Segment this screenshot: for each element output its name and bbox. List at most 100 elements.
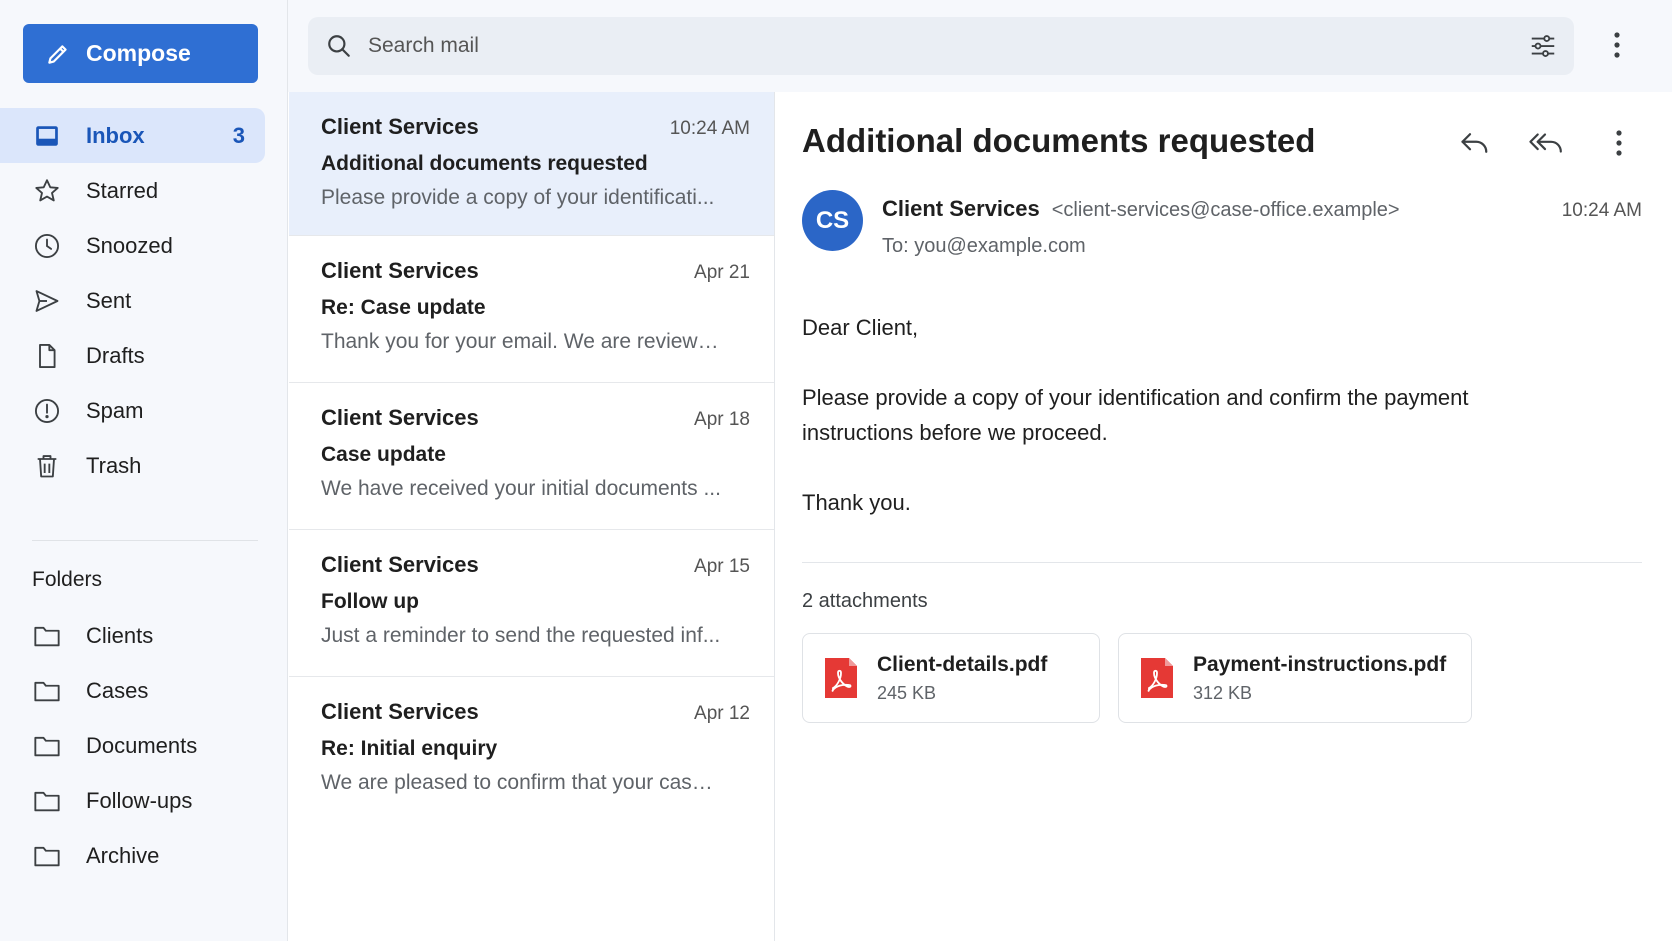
email-more-icon[interactable] bbox=[1602, 126, 1636, 160]
folder-icon bbox=[32, 676, 62, 706]
attachments-divider bbox=[802, 562, 1642, 563]
sidebar-item-snoozed[interactable]: Snoozed bbox=[0, 218, 265, 273]
unread-count-badge: 3 bbox=[232, 122, 245, 148]
message-snippet: Please provide a copy of your identifica… bbox=[321, 186, 715, 209]
folder-item-label: Clients bbox=[86, 622, 154, 648]
folder-item-documents[interactable]: Documents bbox=[0, 718, 265, 773]
sidebar-item-label: Snoozed bbox=[86, 232, 173, 258]
search-bar bbox=[308, 17, 1574, 75]
sidebar-item-label: Drafts bbox=[86, 342, 145, 368]
attachments-heading: 2 attachments bbox=[802, 590, 928, 612]
folder-item-cases[interactable]: Cases bbox=[0, 663, 265, 718]
folder-item-label: Archive bbox=[86, 842, 160, 868]
attachment-name: Client-details.pdf bbox=[877, 652, 1048, 676]
spam-icon bbox=[32, 396, 62, 426]
email-time: 10:24 AM bbox=[1561, 200, 1642, 221]
email-paragraph: Please provide a copy of your identifica… bbox=[802, 385, 1469, 445]
attachment-name: Payment-instructions.pdf bbox=[1193, 652, 1447, 676]
inbox-icon bbox=[32, 121, 62, 151]
email-signoff: Thank you. bbox=[802, 490, 911, 515]
sidebar-item-drafts[interactable]: Drafts bbox=[0, 328, 265, 383]
attachment-card[interactable]: Client-details.pdf 245 KB bbox=[802, 633, 1100, 723]
sidebar-item-label: Trash bbox=[86, 452, 142, 478]
message-row[interactable]: Client Services Apr 15 Follow up Just a … bbox=[289, 530, 774, 677]
nav-list: Inbox 3 Starred Snoozed Sent Drafts Spam… bbox=[0, 108, 265, 493]
compose-label: Compose bbox=[86, 40, 191, 66]
message-row[interactable]: Client Services Apr 21 Re: Case update T… bbox=[289, 236, 774, 383]
folder-item-label: Follow-ups bbox=[86, 787, 193, 813]
reply-all-icon[interactable] bbox=[1528, 126, 1562, 160]
message-subject: Re: Case update bbox=[321, 296, 486, 319]
sidebar-item-starred[interactable]: Starred bbox=[0, 163, 265, 218]
compose-button[interactable]: Compose bbox=[23, 24, 258, 83]
draft-icon bbox=[32, 341, 62, 371]
message-sender: Client Services bbox=[321, 405, 479, 430]
message-date: Apr 12 bbox=[694, 703, 750, 724]
message-sender: Client Services bbox=[321, 699, 479, 724]
message-list: Client Services 10:24 AM Additional docu… bbox=[289, 92, 775, 941]
sidebar-item-label: Sent bbox=[86, 287, 132, 313]
trash-icon bbox=[32, 451, 62, 481]
email-subject: Additional documents requested bbox=[802, 122, 1316, 159]
sidebar-item-label: Starred bbox=[86, 177, 159, 203]
folder-icon bbox=[32, 786, 62, 816]
send-icon bbox=[32, 286, 62, 316]
sidebar-item-spam[interactable]: Spam bbox=[0, 383, 265, 438]
search-filter-icon[interactable] bbox=[1528, 31, 1558, 61]
message-snippet: Just a reminder to send the requested in… bbox=[321, 624, 721, 647]
message-row[interactable]: Client Services Apr 12 Re: Initial enqui… bbox=[289, 677, 774, 824]
message-snippet: Thank you for your email. We are reviewi… bbox=[321, 330, 721, 353]
sender-line: Client Services <client-services@case-of… bbox=[882, 196, 1400, 222]
attachment-size: 245 KB bbox=[877, 682, 937, 703]
message-sender: Client Services bbox=[321, 258, 479, 283]
search-icon[interactable] bbox=[326, 33, 352, 59]
message-subject: Follow up bbox=[321, 590, 419, 613]
star-icon bbox=[32, 176, 62, 206]
folder-item-label: Cases bbox=[86, 677, 149, 703]
sidebar: Compose Inbox 3 Starred Snoozed Sent Dra… bbox=[0, 0, 288, 941]
attachment-size: 312 KB bbox=[1193, 682, 1253, 703]
sidebar-item-label: Spam bbox=[86, 397, 144, 423]
attachment-info: Payment-instructions.pdf 312 KB bbox=[1193, 653, 1446, 704]
folder-item-follow-ups[interactable]: Follow-ups bbox=[0, 773, 265, 828]
message-date: Apr 15 bbox=[694, 556, 750, 577]
message-sender: Client Services bbox=[321, 552, 479, 577]
folder-item-clients[interactable]: Clients bbox=[0, 608, 265, 663]
message-subject: Case update bbox=[321, 443, 446, 466]
clock-icon bbox=[32, 231, 62, 261]
sender-name: Client Services bbox=[882, 196, 1040, 221]
folders-heading: Folders bbox=[32, 568, 103, 591]
message-date: Apr 21 bbox=[694, 262, 750, 283]
sidebar-item-inbox[interactable]: Inbox 3 bbox=[0, 108, 265, 163]
reading-pane: Additional documents requested CS Client… bbox=[776, 92, 1672, 941]
attachment-card[interactable]: Payment-instructions.pdf 312 KB bbox=[1118, 633, 1472, 723]
avatar: CS bbox=[802, 190, 863, 251]
top-bar bbox=[288, 0, 1672, 92]
message-subject: Additional documents requested bbox=[321, 152, 648, 175]
message-snippet: We are pleased to confirm that your case… bbox=[321, 771, 721, 794]
message-row[interactable]: Client Services 10:24 AM Additional docu… bbox=[289, 92, 774, 236]
message-date: Apr 18 bbox=[694, 409, 750, 430]
folder-icon bbox=[32, 731, 62, 761]
sender-address: <client-services@case-office.example> bbox=[1051, 199, 1400, 221]
more-options-icon[interactable] bbox=[1602, 30, 1632, 60]
email-greeting: Dear Client, bbox=[802, 315, 919, 340]
sidebar-item-sent[interactable]: Sent bbox=[0, 273, 265, 328]
sidebar-divider bbox=[32, 540, 258, 541]
message-row[interactable]: Client Services Apr 18 Case update We ha… bbox=[289, 383, 774, 530]
folder-item-archive[interactable]: Archive bbox=[0, 828, 265, 883]
reply-icon[interactable] bbox=[1458, 126, 1492, 160]
recipient-line: To: you@example.com bbox=[882, 235, 1086, 257]
folder-list: Clients Cases Documents Follow-ups Archi… bbox=[0, 608, 265, 883]
attachment-info: Client-details.pdf 245 KB bbox=[877, 653, 1047, 704]
folder-icon bbox=[32, 841, 62, 871]
sidebar-item-trash[interactable]: Trash bbox=[0, 438, 265, 493]
folder-item-label: Documents bbox=[86, 732, 198, 758]
email-body: Dear Client, Please provide a copy of yo… bbox=[802, 310, 1562, 555]
message-subject: Re: Initial enquiry bbox=[321, 737, 498, 760]
sidebar-item-label: Inbox bbox=[86, 122, 145, 148]
pencil-icon bbox=[45, 41, 71, 67]
search-input[interactable] bbox=[368, 34, 1468, 58]
pdf-icon bbox=[823, 656, 859, 700]
message-date: 10:24 AM bbox=[669, 118, 750, 139]
